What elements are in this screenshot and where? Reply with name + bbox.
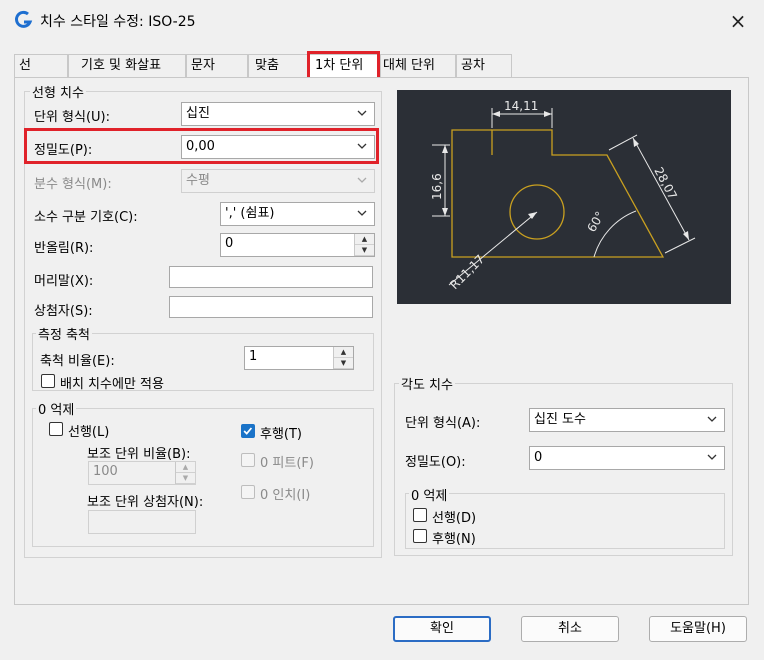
angular-trailing-checkbox[interactable]	[413, 529, 427, 543]
fraction-format-value: 수평	[186, 173, 210, 188]
dim-right-text: 28,07	[651, 165, 679, 202]
dimension-preview: 14,11 16,6 28,07 R11,17 60°	[397, 90, 731, 304]
highlight-precision	[24, 128, 379, 164]
cancel-button[interactable]: 취소	[521, 616, 619, 642]
trailing-zero-checkbox[interactable]	[241, 424, 255, 438]
scale-factor-spinner[interactable]: ▲ ▼	[333, 347, 353, 369]
dim-top-text: 14,11	[504, 99, 538, 113]
fraction-format-dropdown[interactable]: 수평	[181, 169, 375, 193]
dim-radius-text: R11,17	[447, 252, 487, 292]
spin-down-icon[interactable]: ▼	[355, 245, 374, 256]
zero-feet-checkbox[interactable]	[241, 453, 255, 467]
roundoff-label: 반올림(R):	[34, 241, 94, 256]
tab-tolerances[interactable]: 공차	[456, 54, 512, 78]
title-bar: 치수 스타일 수정: ISO-25 ×	[0, 0, 764, 42]
zero-angular-legend: 0 억제	[409, 485, 450, 504]
part-outline-top	[451, 129, 492, 155]
linear-legend: 선형 치수	[30, 82, 86, 101]
spin-up-icon[interactable]: ▲	[334, 347, 353, 358]
chevron-down-icon	[707, 416, 717, 422]
spin-down-icon[interactable]: ▼	[334, 358, 353, 369]
spin-down-icon[interactable]: ▼	[176, 473, 195, 484]
roundoff-spinner[interactable]: ▲ ▼	[354, 234, 374, 256]
leading-zero-checkbox[interactable]	[49, 422, 63, 436]
dim-angle-text: 60°	[584, 209, 607, 234]
sub-unit-factor-value: 100	[93, 464, 118, 479]
sub-unit-factor-input[interactable]: 100 ▲ ▼	[88, 461, 196, 485]
checkmark-icon	[243, 427, 253, 435]
trailing-zero-label: 후행(T)	[260, 427, 303, 442]
tab-text[interactable]: 문자	[186, 54, 248, 78]
prefix-input[interactable]	[169, 266, 373, 288]
sub-unit-suffix-label: 보조 단위 상첨자(N):	[87, 495, 204, 510]
tab-bar: 선 기호 및 화살표 문자 맞춤 1차 단위 대체 단위 공차	[14, 54, 748, 78]
unit-format-dropdown[interactable]: 십진	[181, 102, 375, 126]
decimal-separator-dropdown[interactable]: ',' (쉼표)	[220, 202, 375, 226]
chevron-down-icon	[707, 454, 717, 460]
chevron-down-icon	[357, 110, 367, 116]
angular-trailing-label: 후행(N)	[432, 532, 476, 547]
dim-left-text: 16,6	[430, 173, 444, 200]
decimal-separator-label: 소수 구분 기호(C):	[34, 210, 138, 225]
unit-format-label: 단위 형식(U):	[34, 110, 111, 125]
scale-factor-value: 1	[249, 349, 258, 364]
suffix-label: 상첨자(S):	[34, 304, 93, 319]
tab-symbols-arrows[interactable]: 기호 및 화살표	[68, 54, 186, 78]
chevron-down-icon	[357, 210, 367, 216]
tab-lines[interactable]: 선	[14, 54, 68, 78]
decimal-separator-value: ',' (쉼표)	[225, 206, 275, 221]
angular-precision-value: 0	[534, 450, 543, 465]
tab-alternate-units[interactable]: 대체 단위	[380, 54, 456, 78]
fraction-format-label: 분수 형식(M):	[34, 177, 112, 192]
window-title: 치수 스타일 수정: ISO-25	[40, 14, 196, 30]
angular-unit-format-label: 단위 형식(A):	[405, 416, 481, 431]
angular-leading-label: 선행(D)	[432, 511, 477, 526]
spin-up-icon[interactable]: ▲	[355, 234, 374, 245]
angular-unit-format-value: 십진 도수	[534, 412, 586, 427]
prefix-label: 머리말(X):	[34, 274, 94, 289]
scale-factor-input[interactable]: 1 ▲ ▼	[244, 346, 354, 370]
angular-precision-label: 정밀도(O):	[405, 455, 466, 470]
zero-feet-label: 0 피트(F)	[260, 456, 314, 471]
angular-legend: 각도 치수	[399, 374, 455, 393]
sub-unit-factor-label: 보조 단위 비율(B):	[87, 447, 191, 462]
chevron-down-icon	[357, 177, 367, 183]
angular-unit-format-dropdown[interactable]: 십진 도수	[529, 408, 725, 432]
angular-precision-dropdown[interactable]: 0	[529, 446, 725, 470]
ok-button[interactable]: 확인	[393, 616, 491, 642]
roundoff-value: 0	[225, 236, 234, 251]
spin-up-icon[interactable]: ▲	[176, 462, 195, 473]
zero-inches-checkbox[interactable]	[241, 485, 255, 499]
leading-zero-label: 선행(L)	[68, 425, 110, 440]
scale-legend: 측정 축척	[36, 324, 92, 343]
unit-format-value: 십진	[186, 106, 210, 121]
suffix-input[interactable]	[169, 296, 373, 318]
zero-inches-label: 0 인치(I)	[260, 488, 311, 503]
layout-only-checkbox[interactable]	[41, 374, 55, 388]
help-button[interactable]: 도움말(H)	[649, 616, 747, 642]
preview-drawing: 14,11 16,6 28,07 R11,17 60°	[430, 99, 696, 292]
roundoff-input[interactable]: 0 ▲ ▼	[220, 233, 375, 257]
sub-unit-suffix-input[interactable]	[88, 510, 196, 534]
app-logo-icon	[15, 10, 33, 28]
zero-linear-legend: 0 억제	[36, 399, 77, 418]
scale-factor-label: 축척 비율(E):	[40, 354, 115, 369]
sub-unit-factor-spinner[interactable]: ▲ ▼	[175, 462, 195, 484]
tab-fit[interactable]: 맞춤	[248, 54, 308, 78]
close-icon[interactable]: ×	[724, 7, 752, 35]
angular-leading-checkbox[interactable]	[413, 508, 427, 522]
highlight-tab	[307, 51, 380, 80]
layout-only-label: 배치 치수에만 적용	[60, 377, 164, 392]
